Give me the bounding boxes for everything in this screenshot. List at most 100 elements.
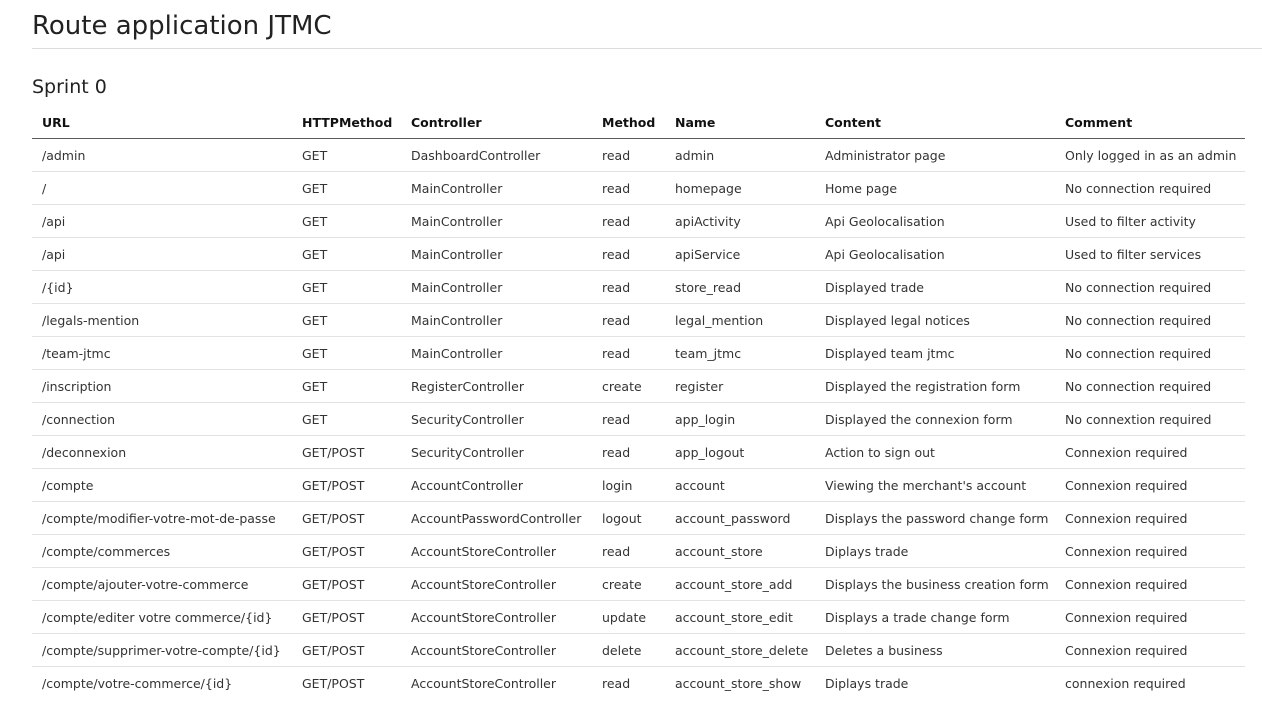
cell-name: admin — [665, 138, 815, 172]
cell-comment: No connection required — [1055, 336, 1245, 370]
table-row: / GET MainController read homepage Home page N… — [32, 171, 1245, 205]
cell-name: account_store_show — [675, 675, 802, 691]
cell-content: Displays the password change form — [815, 501, 1055, 535]
cell-name: account_store — [665, 534, 815, 568]
cell-comment: Connexion required — [1055, 600, 1245, 634]
cell-controller: SecurityController — [401, 402, 592, 436]
cell-controller: MainController — [401, 303, 592, 337]
table-row: /{id} GET MainController read store_read Disp… — [32, 270, 1245, 304]
page-title: Route application JTMC — [32, 0, 1262, 49]
cell-name: apiActivity — [665, 204, 815, 238]
header-controller: Controller — [401, 106, 592, 139]
cell-controller: AccountController — [401, 468, 592, 502]
cell-comment: No connection required — [1055, 171, 1245, 205]
cell-comment: Connexion required — [1055, 567, 1245, 601]
cell-method: read — [592, 138, 665, 172]
cell-controller: AccountPasswordController — [401, 501, 592, 535]
cell-content: Deletes a business — [815, 633, 1055, 667]
header-content: Content — [815, 106, 1055, 139]
table-row: /compte GET/POST AccountController login acc… — [32, 468, 1245, 502]
cell-httpmethod: GET/POST — [292, 567, 401, 601]
cell-name: app_logout — [665, 435, 815, 469]
header-httpmethod: HTTPMethod — [292, 106, 401, 139]
cell-method: create — [592, 567, 665, 601]
cell-httpmethod: GET — [292, 402, 401, 436]
cell-comment: No connection required — [1055, 369, 1245, 403]
cell-httpmethod: GET — [292, 369, 401, 403]
header-row: URL HTTPMethod Controller Method Name Co… — [32, 106, 1245, 139]
cell-url: /compte/supprimer-votre-compte/{id} — [32, 633, 292, 667]
table-row: /legals-mention GET MainController read lega… — [32, 303, 1245, 337]
cell-content: Diplays trade — [825, 675, 909, 691]
cell-url: /inscription — [32, 369, 292, 403]
header-comment: Comment — [1055, 106, 1245, 139]
cell-httpmethod: GET — [292, 138, 401, 172]
cell-method: read — [592, 171, 665, 205]
cell-content: Displayed trade — [815, 270, 1055, 304]
cell-content: Displayed team jtmc — [815, 336, 1055, 370]
cell-comment: Connexion required — [1055, 534, 1245, 568]
cell-url: /{id} — [32, 270, 292, 304]
cell-name: legal_mention — [665, 303, 815, 337]
table-row: /api GET MainController read apiActivity Api … — [32, 204, 1245, 238]
cell-method: create — [592, 369, 665, 403]
table-row: /admin GET DashboardController read admin Adm… — [32, 138, 1245, 172]
cell-controller: AccountStoreController — [401, 600, 592, 634]
cell-url: /api — [32, 237, 292, 271]
cell-method: read — [592, 237, 665, 271]
cell-content: Displayed the registration form — [815, 369, 1055, 403]
cell-httpmethod: GET/POST — [292, 534, 401, 568]
cell-name: account_password — [665, 501, 815, 535]
cell-method: login — [592, 468, 665, 502]
cell-url: /connection — [32, 402, 292, 436]
cell-comment: Connexion required — [1055, 468, 1245, 502]
cell-content: Api Geolocalisation — [815, 237, 1055, 271]
cell-httpmethod: GET — [292, 171, 401, 205]
cell-method: update — [592, 600, 665, 634]
cell-url: /compte/votre-commerce/{id} — [42, 675, 233, 691]
cell-comment: Used to filter activity — [1055, 204, 1245, 238]
cell-httpmethod: GET — [292, 237, 401, 271]
cell-httpmethod: GET — [292, 270, 401, 304]
cell-content: Displayed legal notices — [815, 303, 1055, 337]
cell-content: Api Geolocalisation — [815, 204, 1055, 238]
cell-method: read — [592, 402, 665, 436]
cell-httpmethod: GET — [292, 204, 401, 238]
header-name: Name — [665, 106, 815, 139]
cell-controller: RegisterController — [401, 369, 592, 403]
cell-content: Displays a trade change form — [815, 600, 1055, 634]
cell-method: delete — [592, 633, 665, 667]
cell-httpmethod: GET/POST — [292, 468, 401, 502]
cell-comment: Connexion required — [1055, 501, 1245, 535]
cell-comment: Only logged in as an admin — [1055, 138, 1245, 172]
cell-name: app_login — [665, 402, 815, 436]
cell-url: /compte/commerces — [32, 534, 292, 568]
cell-httpmethod: GET/POST — [292, 633, 401, 667]
table-row: /compte/ajouter-votre-commerce GET/POST Ac… — [32, 567, 1245, 601]
cell-comment: No connection required — [1055, 303, 1245, 337]
cell-name: homepage — [665, 171, 815, 205]
cell-httpmethod: GET — [292, 303, 401, 337]
table-row: /team-jtmc GET MainController read team_jtmc… — [32, 336, 1245, 370]
cell-url: /deconnexion — [32, 435, 292, 469]
cell-httpmethod: GET/POST — [292, 600, 401, 634]
cell-name: apiService — [665, 237, 815, 271]
table-header: URL HTTPMethod Controller Method Name Co… — [32, 106, 1245, 139]
cell-controller: AccountStoreController — [401, 567, 592, 601]
cell-controller: MainController — [401, 237, 592, 271]
cell-content: Administrator page — [815, 138, 1055, 172]
cell-comment: Connexion required — [1055, 435, 1245, 469]
cell-httpmethod: GET/POST — [292, 501, 401, 535]
cell-controller: AccountStoreController — [401, 534, 592, 568]
route-table: URL HTTPMethod Controller Method Name Co… — [32, 106, 1245, 699]
cell-url: /team-jtmc — [32, 336, 292, 370]
cell-comment: connexion required — [1065, 675, 1186, 691]
cell-method: read — [592, 435, 665, 469]
cell-name: account_store_delete — [665, 633, 815, 667]
cell-comment: Connexion required — [1055, 633, 1245, 667]
table-body: /admin GET DashboardController read admin Adm… — [32, 138, 1245, 700]
cell-controller: MainController — [401, 171, 592, 205]
table-row: /compte/commerces GET/POST AccountStoreCon… — [32, 534, 1245, 568]
cell-url: /api — [32, 204, 292, 238]
cell-httpmethod: GET/POST — [292, 435, 401, 469]
